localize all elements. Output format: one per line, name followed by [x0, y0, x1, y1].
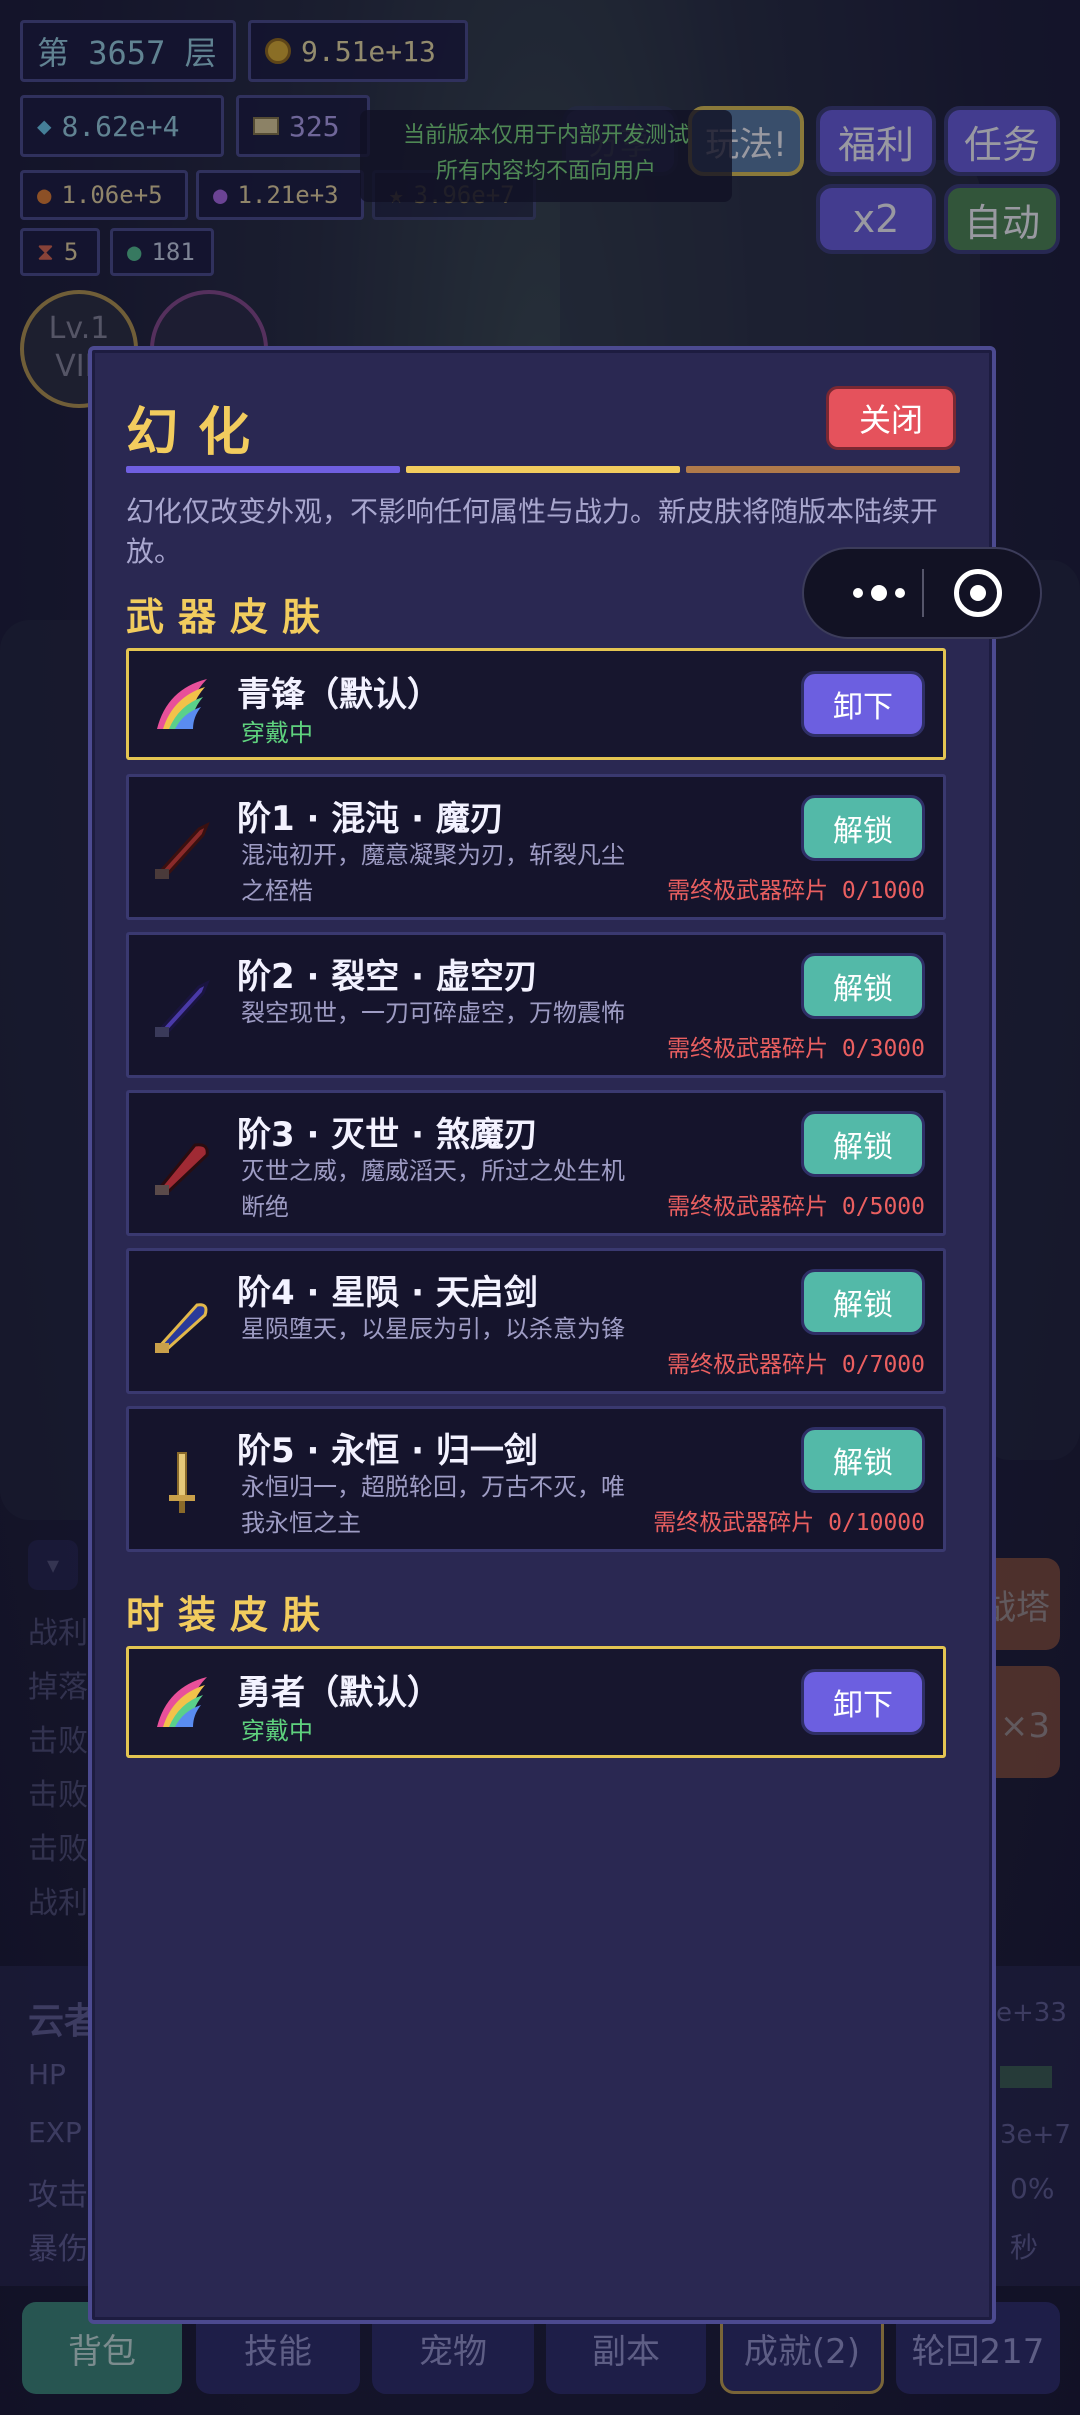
weapon-skin-card-tier2: 阶2 · 裂空 · 虚空刃 裂空现世，一刀可碎虚空，万物震怖 解锁 需终极武器碎… — [126, 932, 946, 1078]
exit-target-icon[interactable] — [954, 569, 1002, 617]
unlock-label: 解锁 — [833, 1130, 893, 1165]
star-sword-icon — [147, 1289, 217, 1359]
unlock-requirement: 需终极武器碎片 0/1000 — [667, 878, 925, 904]
skin-name: 勇者（默认） — [237, 1673, 441, 1713]
weapon-skin-card-tier5: 阶5 · 永恒 · 归一剑 永恒归一，超脱轮回，万古不灭，唯我永恒之主 解锁 需… — [126, 1406, 946, 1552]
unlock-button[interactable]: 解锁 — [801, 795, 925, 861]
unlock-button[interactable]: 解锁 — [801, 1427, 925, 1493]
skin-name: 阶2 · 裂空 · 虚空刃 — [237, 957, 538, 997]
weapon-skins-heading: 武器皮肤 — [126, 595, 335, 639]
unlock-label: 解锁 — [833, 814, 893, 849]
unlock-label: 解锁 — [833, 1446, 893, 1481]
unlock-requirement: 需终极武器碎片 0/10000 — [653, 1510, 925, 1536]
unequip-label: 卸下 — [833, 690, 893, 725]
equipped-status: 穿戴中 — [241, 719, 313, 747]
golden-sword-icon — [147, 1447, 217, 1517]
skin-transform-modal: 幻化 关闭 幻化仅改变外观，不影响任何属性与战力。新皮肤将随版本陆续开放。 武器… — [88, 346, 996, 2324]
rainbow-wing-icon — [147, 1667, 217, 1737]
skin-description: 永恒归一，超脱轮回，万古不灭，唯我永恒之主 — [241, 1473, 625, 1537]
unlock-requirement: 需终极武器碎片 0/7000 — [667, 1352, 925, 1378]
skin-description: 裂空现世，一刀可碎虚空，万物震怖 — [241, 999, 625, 1027]
unequip-label: 卸下 — [833, 1688, 893, 1723]
unlock-requirement: 需终极武器碎片 0/5000 — [667, 1194, 925, 1220]
more-menu-button[interactable] — [834, 549, 924, 637]
fashion-skins-heading: 时装皮肤 — [126, 1593, 335, 1637]
weapon-skin-card-default: 青锋（默认） 穿戴中 卸下 — [126, 648, 946, 760]
skin-name: 阶5 · 永恒 · 归一剑 — [237, 1431, 538, 1471]
unlock-label: 解锁 — [833, 1288, 893, 1323]
skin-description: 灭世之威，魔威滔天，所过之处生机断绝 — [241, 1157, 625, 1221]
weapon-skin-card-tier1: 阶1 · 混沌 · 魔刃 混沌初开，魔意凝聚为刃，斩裂凡尘之桎梏 解锁 需终极武… — [126, 774, 946, 920]
more-dots-icon — [895, 588, 905, 598]
unlock-label: 解锁 — [833, 972, 893, 1007]
equipped-status: 穿戴中 — [241, 1717, 313, 1745]
unlock-requirement: 需终极武器碎片 0/3000 — [667, 1036, 925, 1062]
close-label: 关闭 — [858, 401, 923, 439]
more-dots-icon — [853, 588, 863, 598]
skin-name: 阶3 · 灭世 · 煞魔刃 — [237, 1115, 538, 1155]
demon-blade-icon — [147, 1131, 217, 1201]
unequip-button[interactable]: 卸下 — [801, 1669, 925, 1735]
target-center-icon — [970, 585, 986, 601]
rainbow-wing-icon — [147, 669, 217, 739]
unequip-button[interactable]: 卸下 — [801, 671, 925, 737]
title-divider — [126, 466, 400, 473]
fashion-skin-card-default: 勇者（默认） 穿戴中 卸下 — [126, 1646, 946, 1758]
unlock-button[interactable]: 解锁 — [801, 1269, 925, 1335]
capsule-divider — [922, 569, 924, 617]
skin-name: 阶1 · 混沌 · 魔刃 — [237, 799, 504, 839]
miniprogram-capsule — [802, 547, 1042, 639]
skin-description: 星陨堕天，以星辰为引，以杀意为锋 — [241, 1315, 625, 1343]
unlock-button[interactable]: 解锁 — [801, 953, 925, 1019]
title-divider — [686, 466, 960, 473]
void-blade-icon — [147, 973, 217, 1043]
weapon-skin-card-tier4: 阶4 · 星陨 · 天启剑 星陨堕天，以星辰为引，以杀意为锋 解锁 需终极武器碎… — [126, 1248, 946, 1394]
title-divider — [406, 466, 680, 473]
skin-name: 青锋（默认） — [237, 675, 441, 715]
dark-blade-icon — [147, 815, 217, 885]
close-button[interactable]: 关闭 — [826, 386, 956, 450]
skin-name: 阶4 · 星陨 · 天启剑 — [237, 1273, 538, 1313]
unlock-button[interactable]: 解锁 — [801, 1111, 925, 1177]
more-dots-icon — [871, 585, 887, 601]
skin-description: 混沌初开，魔意凝聚为刃，斩裂凡尘之桎梏 — [241, 841, 625, 905]
weapon-skin-card-tier3: 阶3 · 灭世 · 煞魔刃 灭世之威，魔威滔天，所过之处生机断绝 解锁 需终极武… — [126, 1090, 946, 1236]
modal-title: 幻化 — [126, 402, 271, 463]
